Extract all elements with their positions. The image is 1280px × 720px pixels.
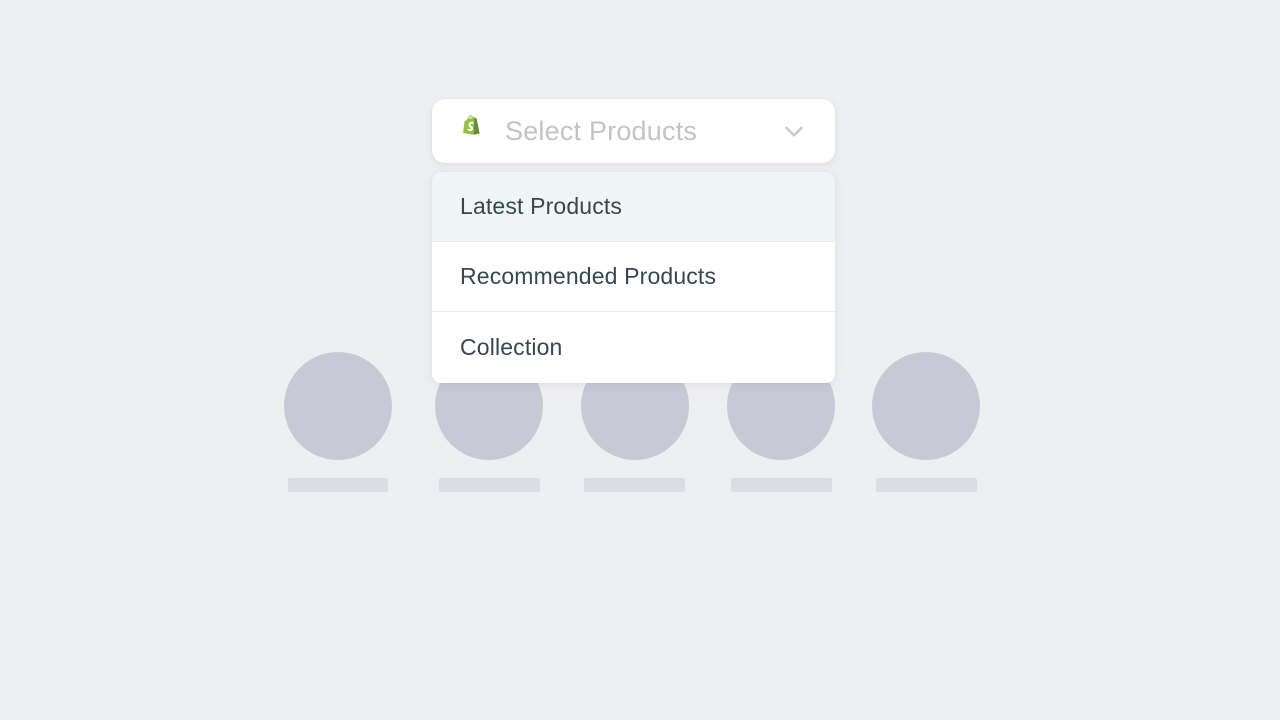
skeleton-label-bar [584,478,685,492]
page-root: Select Products Latest Products Recommend… [0,0,1280,720]
product-type-dropdown[interactable]: Latest Products Recommended Products Colle… [432,172,835,383]
shopify-bag-icon [463,115,480,135]
skeleton-avatar-circle [284,352,392,460]
select-products-field[interactable]: Select Products [432,99,835,163]
select-products-placeholder[interactable]: Select Products [505,116,779,147]
dropdown-option-label: Collection [460,334,563,360]
skeleton-label-bar [876,478,977,492]
dropdown-option-label: Latest Products [460,193,623,219]
skeleton-label-bar [439,478,540,492]
dropdown-option-latest-products[interactable]: Latest Products [432,172,835,242]
skeleton-label-bar [731,478,832,492]
dropdown-option-collection[interactable]: Collection [432,312,835,383]
dropdown-option-label: Recommended Products [460,263,717,289]
chevron-down-icon[interactable] [779,116,809,146]
skeleton-avatar-circle [872,352,980,460]
skeleton-label-bar [288,478,388,492]
dropdown-option-recommended-products[interactable]: Recommended Products [432,242,835,312]
